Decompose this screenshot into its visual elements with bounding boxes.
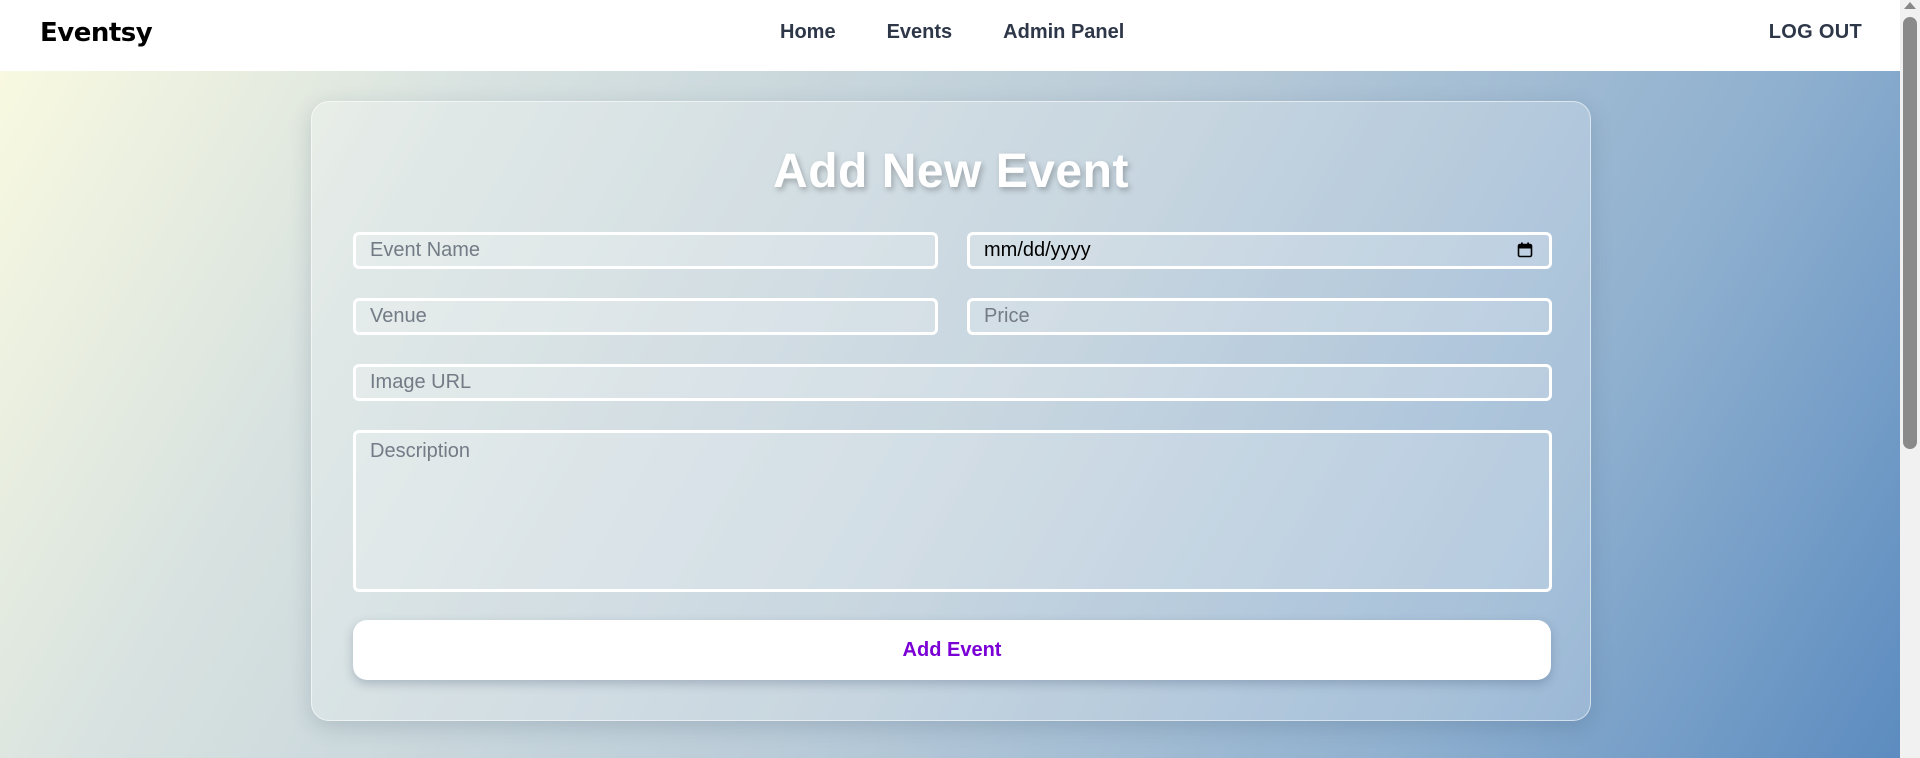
description-placeholder: Description: [370, 440, 471, 462]
add-event-button[interactable]: Add Event: [353, 620, 1551, 680]
event-date-value: mm/dd/yyyy: [984, 239, 1091, 261]
brand-logo[interactable]: Eventsy: [40, 18, 153, 48]
page-title: Add New Event: [773, 145, 1129, 198]
description-textarea[interactable]: Description: [353, 430, 1552, 592]
scroll-up-arrow-icon[interactable]: [1904, 2, 1916, 9]
logout-button[interactable]: LOG OUT: [1769, 21, 1862, 44]
event-date-input[interactable]: mm/dd/yyyy: [967, 232, 1552, 269]
event-name-input[interactable]: Event Name: [353, 232, 938, 269]
calendar-icon[interactable]: [1517, 242, 1533, 258]
top-navbar: Eventsy Home Events Admin Panel LOG OUT: [0, 0, 1900, 71]
nav-link-events[interactable]: Events: [887, 21, 953, 44]
event-name-placeholder: Event Name: [370, 239, 481, 261]
nav-links: Home Events Admin Panel: [780, 21, 1124, 44]
image-url-input[interactable]: Image URL: [353, 364, 1552, 401]
venue-placeholder: Venue: [370, 305, 427, 327]
image-url-placeholder: Image URL: [370, 371, 472, 393]
scroll-thumb[interactable]: [1903, 17, 1917, 449]
venue-input[interactable]: Venue: [353, 298, 938, 335]
nav-link-home[interactable]: Home: [780, 21, 836, 44]
page-scrollbar[interactable]: [1900, 0, 1920, 758]
nav-link-admin-panel[interactable]: Admin Panel: [1003, 21, 1124, 44]
add-event-card: Add New Event Event Name mm/dd/yyyy Venu…: [311, 101, 1591, 721]
price-input[interactable]: Price: [967, 298, 1552, 335]
price-placeholder: Price: [984, 305, 1030, 327]
